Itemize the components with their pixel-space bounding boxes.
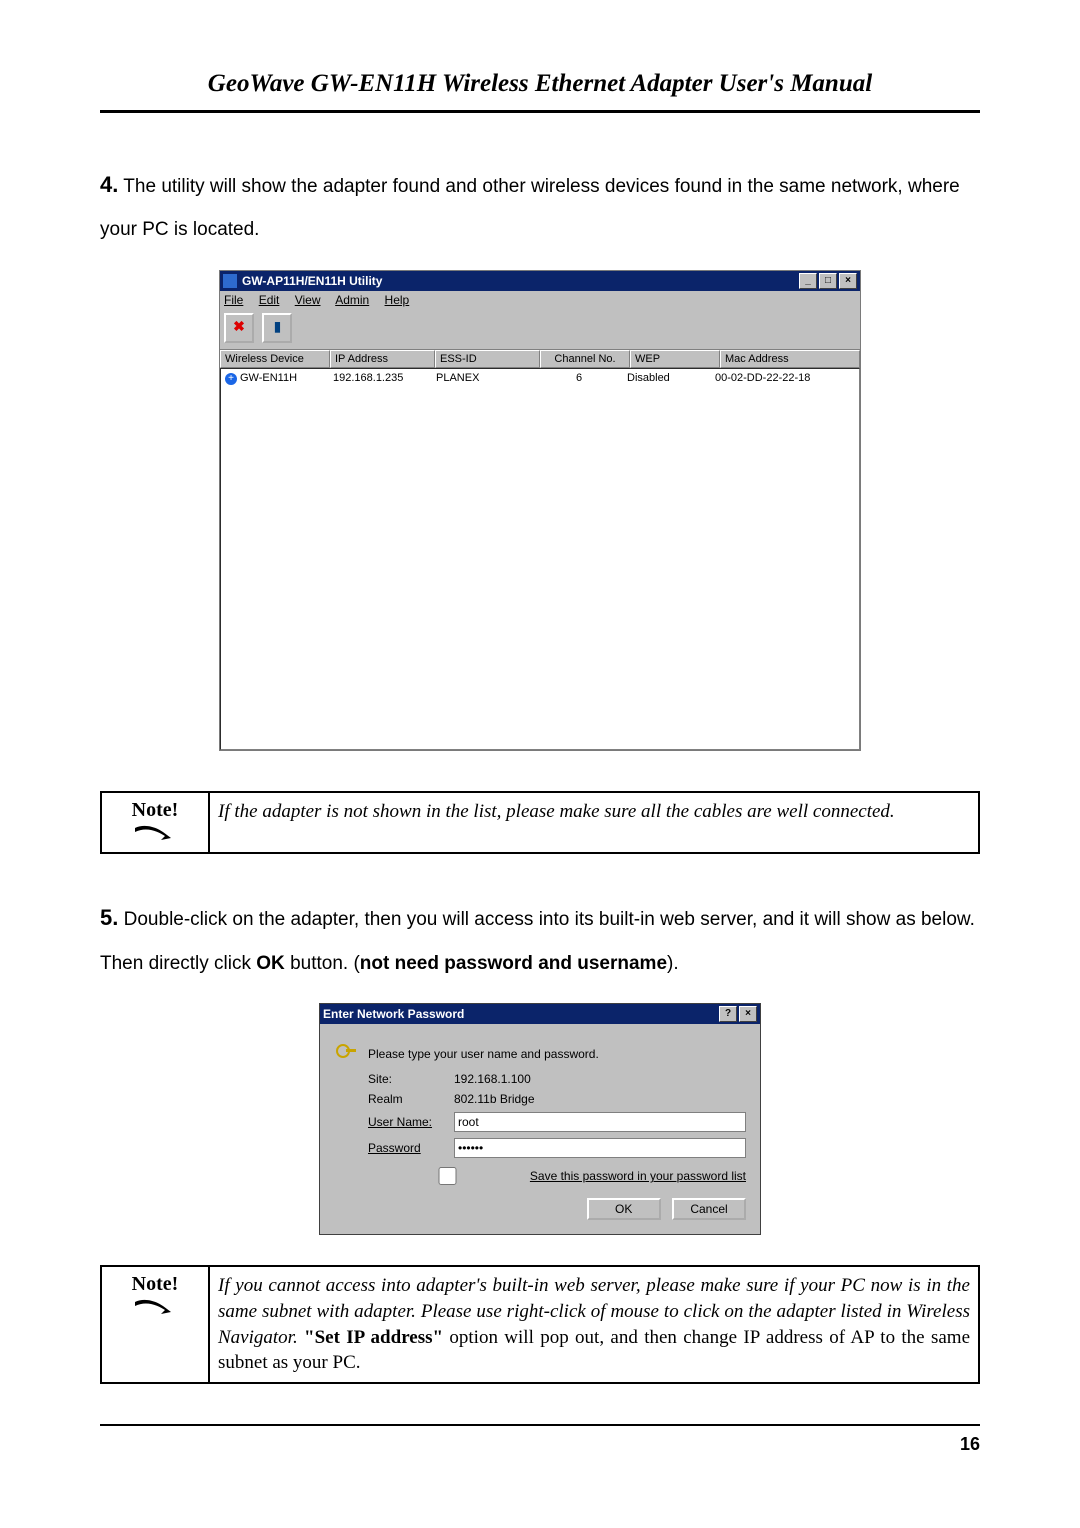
utility-title: GW-AP11H/EN11H Utility [242, 274, 382, 288]
utility-titlebar: GW-AP11H/EN11H Utility _ □ × [220, 271, 860, 291]
col-essid[interactable]: ESS-ID [435, 350, 540, 368]
minimize-button[interactable]: _ [799, 273, 817, 289]
cell-channel: 6 [535, 371, 623, 386]
realm-value: 802.11b Bridge [454, 1092, 535, 1106]
menubar: File Edit View Admin Help [220, 291, 860, 309]
doc-icon[interactable]: ▮ [262, 313, 292, 343]
note2-text: If you cannot access into adapter's buil… [209, 1266, 979, 1383]
cancel-button[interactable]: Cancel [672, 1198, 746, 1220]
stop-icon[interactable]: ✖ [224, 313, 254, 343]
note-2: Note! If you cannot access into adapter'… [100, 1265, 980, 1384]
step4-paragraph: 4. The utility will show the adapter fou… [100, 161, 980, 251]
page-title: GeoWave GW-EN11H Wireless Ethernet Adapt… [100, 70, 980, 113]
step5-paragraph: 5. Double-click on the adapter, then you… [100, 894, 980, 984]
toolbar: ✖ ▮ [220, 309, 860, 350]
table-row[interactable]: +GW-EN11H 192.168.1.235 PLANEX 6 Disable… [221, 369, 859, 388]
dialog-close-button[interactable]: × [739, 1006, 757, 1022]
cell-ip: 192.168.1.235 [329, 371, 432, 386]
cell-essid: PLANEX [432, 371, 535, 386]
password-label: Password [368, 1141, 454, 1155]
save-password-checkbox[interactable] [372, 1167, 523, 1185]
note-arrow-icon [110, 824, 200, 846]
app-icon [223, 274, 237, 288]
menu-help[interactable]: Help [385, 293, 410, 307]
password-dialog: Enter Network Password ? × Please type y… [319, 1003, 761, 1235]
username-input[interactable] [454, 1112, 746, 1132]
note-1: Note! If the adapter is not shown in the… [100, 791, 980, 854]
col-mac[interactable]: Mac Address [720, 350, 860, 368]
note2-label: Note! [110, 1273, 200, 1296]
note1-label: Note! [110, 799, 200, 822]
col-ip[interactable]: IP Address [330, 350, 435, 368]
dialog-titlebar: Enter Network Password ? × [320, 1004, 760, 1024]
footer-rule [100, 1424, 980, 1426]
dialog-title: Enter Network Password [323, 1007, 464, 1021]
close-button[interactable]: × [839, 273, 857, 289]
note2-setip: "Set IP address" [304, 1327, 443, 1348]
col-device[interactable]: Wireless Device [220, 350, 330, 368]
step5-ok: OK [256, 953, 285, 974]
password-input[interactable] [454, 1138, 746, 1158]
menu-file[interactable]: File [224, 293, 243, 307]
dialog-prompt: Please type your user name and password. [368, 1047, 599, 1061]
step5-no-cred: not need password and username [360, 953, 667, 974]
device-icon: + [225, 373, 237, 385]
device-list[interactable]: +GW-EN11H 192.168.1.235 PLANEX 6 Disable… [220, 368, 860, 750]
cell-wep: Disabled [623, 371, 711, 386]
step5-part3: ). [667, 953, 679, 974]
site-label: Site: [368, 1072, 454, 1086]
dialog-help-button[interactable]: ? [719, 1006, 737, 1022]
username-label: User Name: [368, 1115, 454, 1129]
list-header: Wireless Device IP Address ESS-ID Channe… [220, 350, 860, 368]
menu-admin[interactable]: Admin [335, 293, 369, 307]
maximize-button[interactable]: □ [819, 273, 837, 289]
save-password-label: Save this password in your password list [530, 1169, 746, 1183]
step5-part2: button. ( [290, 953, 360, 974]
note1-text: If the adapter is not shown in the list,… [209, 792, 979, 853]
site-value: 192.168.1.100 [454, 1072, 531, 1086]
col-channel[interactable]: Channel No. [540, 350, 630, 368]
menu-edit[interactable]: Edit [259, 293, 280, 307]
page-number: 16 [100, 1434, 980, 1455]
step4-number: 4. [100, 172, 118, 197]
note-arrow-icon [110, 1298, 200, 1320]
cell-device: GW-EN11H [240, 372, 297, 384]
step4-text: The utility will show the adapter found … [100, 176, 960, 240]
key-icon [334, 1042, 358, 1066]
cell-mac: 00-02-DD-22-22-18 [711, 371, 859, 386]
ok-button[interactable]: OK [587, 1198, 661, 1220]
realm-label: Realm [368, 1092, 454, 1106]
col-wep[interactable]: WEP [630, 350, 720, 368]
menu-view[interactable]: View [295, 293, 321, 307]
step5-number: 5. [100, 905, 118, 930]
utility-window: GW-AP11H/EN11H Utility _ □ × File Edit V… [219, 270, 861, 751]
